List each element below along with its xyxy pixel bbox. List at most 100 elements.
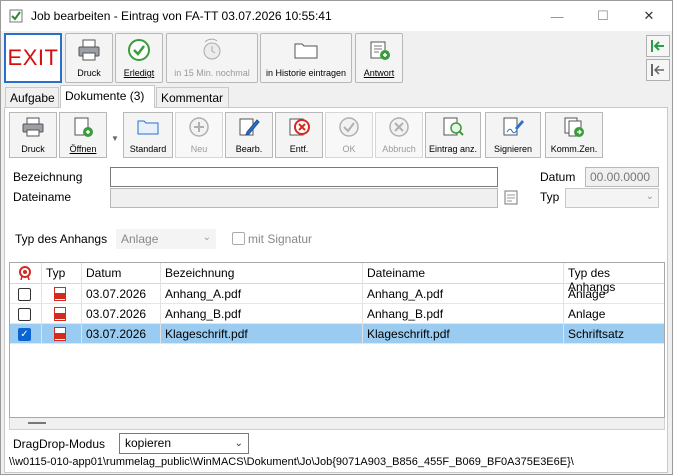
clock-refresh-icon (203, 38, 221, 60)
dragdrop-select[interactable]: kopieren ⌄ (119, 433, 249, 454)
remind-later-button[interactable]: in 15 Min. nochmal (166, 33, 258, 83)
doc-entry-button[interactable]: Eintrag anz. (425, 112, 481, 158)
row-bezeichnung: Anhang_B.pdf (161, 304, 363, 324)
seal-icon (19, 266, 31, 281)
grid-splitter[interactable] (9, 418, 665, 430)
row-checkbox[interactable] (18, 308, 31, 321)
history-button[interactable]: in Historie eintragen (260, 33, 352, 83)
arrow-left-icon (651, 64, 664, 76)
main-toolbar: EXIT Druck Erledigt in 15 Min. nochmal i… (1, 32, 672, 84)
pdf-icon (54, 327, 66, 341)
anhang-select[interactable]: Anlage ⌄ (116, 229, 216, 249)
row-type-cell (42, 324, 82, 344)
bezeichnung-input[interactable] (110, 167, 498, 187)
datum-label: Datum (540, 170, 576, 184)
doc-new-label: Neu (190, 144, 208, 154)
column-header-anhang-typ[interactable]: Typ des Anhangs (564, 263, 664, 294)
search-document-icon (443, 117, 464, 136)
doc-sign-label: Signieren (493, 144, 533, 154)
doc-delete-label: Entf. (289, 144, 309, 154)
chevron-down-icon: ⌄ (234, 438, 243, 449)
documents-panel: Druck Öffnen ▼ Standard Neu Bearb. Entf.… (4, 107, 668, 473)
tab-dokumente[interactable]: Dokumente (3) (60, 85, 155, 108)
anhang-label: Typ des Anhangs (15, 232, 108, 246)
anhang-select-value: Anlage (121, 232, 159, 246)
column-header-select[interactable] (10, 263, 42, 284)
doc-ok-button[interactable]: OK (325, 112, 373, 158)
tab-aufgabe[interactable]: Aufgabe (5, 87, 59, 107)
splitter-handle[interactable] (28, 422, 46, 424)
reply-button[interactable]: Antwort (355, 33, 403, 83)
row-checkbox[interactable]: ✓ (18, 328, 31, 341)
row-dateiname: Anhang_A.pdf (363, 284, 564, 304)
doc-delete-button[interactable]: Entf. (275, 112, 323, 158)
doc-sign-button[interactable]: Signieren (485, 112, 541, 158)
file-browse-icon[interactable] (503, 190, 521, 206)
chevron-down-icon: ⌄ (645, 191, 654, 202)
exit-button[interactable]: EXIT (4, 33, 62, 83)
column-header-dateiname[interactable]: Dateiname (363, 263, 564, 284)
column-header-typ[interactable]: Typ (42, 263, 82, 284)
tab-kommentar[interactable]: Kommentar (156, 87, 229, 107)
doc-cancel-button[interactable]: Abbruch (375, 112, 423, 158)
dateiname-input[interactable] (110, 188, 498, 208)
table-row[interactable]: 03.07.2026 Anhang_B.pdf Anhang_B.pdf Anl… (10, 304, 664, 324)
documents-grid: Typ Datum Bezeichnung Dateiname Typ des … (9, 262, 665, 418)
doc-print-button[interactable]: Druck (9, 112, 57, 158)
row-datum: 03.07.2026 (82, 324, 161, 344)
folder-icon (137, 120, 159, 135)
pdf-icon (54, 287, 66, 301)
doc-standard-button[interactable]: Standard (123, 112, 173, 158)
row-checkbox[interactable] (18, 288, 31, 301)
row-dateiname: Klageschrift.pdf (363, 324, 564, 344)
column-header-datum[interactable]: Datum (82, 263, 161, 284)
table-row-selected[interactable]: ✓ 03.07.2026 Klageschrift.pdf Klageschri… (10, 324, 664, 344)
doc-comm-label: Komm.Zen. (550, 144, 598, 154)
doc-entry-label: Eintrag anz. (428, 144, 478, 154)
signatur-checkbox[interactable] (232, 232, 245, 245)
print-button[interactable]: Druck (65, 33, 113, 83)
doc-ok-label: OK (342, 144, 356, 154)
close-button[interactable]: ✕ (626, 1, 672, 31)
row-type-cell (42, 284, 82, 304)
row-checkbox-cell: ✓ (10, 324, 42, 344)
column-header-bezeichnung[interactable]: Bezeichnung (161, 263, 363, 284)
tab-strip: Aufgabe Dokumente (3) Kommentar (1, 85, 672, 108)
reply-mail-icon (370, 41, 390, 60)
sign-document-icon (503, 117, 524, 136)
dragdrop-label: DragDrop-Modus (13, 437, 106, 451)
bezeichnung-label: Bezeichnung (13, 170, 83, 184)
typ-select[interactable]: ⌄ (565, 188, 659, 208)
doc-new-button[interactable]: Neu (175, 112, 223, 158)
reply-label: Antwort (363, 68, 395, 78)
nav-collapse-button[interactable] (646, 35, 670, 57)
printer-icon (78, 39, 100, 61)
printer-icon (22, 117, 44, 137)
row-datum: 03.07.2026 (82, 304, 161, 324)
grid-header: Typ Datum Bezeichnung Dateiname Typ des … (10, 263, 664, 294)
dateiname-label: Dateiname (13, 190, 72, 204)
row-anhang-typ: Schriftsatz (568, 327, 625, 341)
print-label: Druck (77, 68, 101, 78)
maximize-button[interactable]: ☐ (580, 1, 626, 31)
done-button[interactable]: Erledigt (115, 33, 163, 83)
row-type-cell (42, 304, 82, 324)
cancel-circle-icon (389, 117, 409, 137)
doc-cancel-label: Abbruch (382, 144, 416, 154)
doc-edit-button[interactable]: Bearb. (225, 112, 273, 158)
nav-back-button[interactable] (646, 59, 670, 81)
edit-pencil-icon (239, 118, 260, 136)
table-row[interactable]: 03.07.2026 Anhang_A.pdf Anhang_A.pdf Anl… (10, 284, 664, 304)
communication-icon (564, 117, 584, 137)
doc-open-button[interactable]: Öffnen (59, 112, 107, 158)
history-label: in Historie eintragen (265, 68, 347, 78)
minimize-button[interactable]: — (534, 1, 580, 31)
row-bezeichnung: Klageschrift.pdf (161, 324, 363, 344)
row-anhang-typ: Anlage (568, 307, 606, 321)
doc-comm-button[interactable]: Komm.Zen. (545, 112, 603, 158)
datum-input[interactable]: 00.00.0000 (585, 167, 659, 187)
doc-standard-label: Standard (129, 144, 167, 154)
check-circle-icon (339, 117, 359, 137)
open-dropdown-icon[interactable]: ▼ (111, 134, 119, 143)
arrow-left-bar-icon (651, 40, 664, 52)
